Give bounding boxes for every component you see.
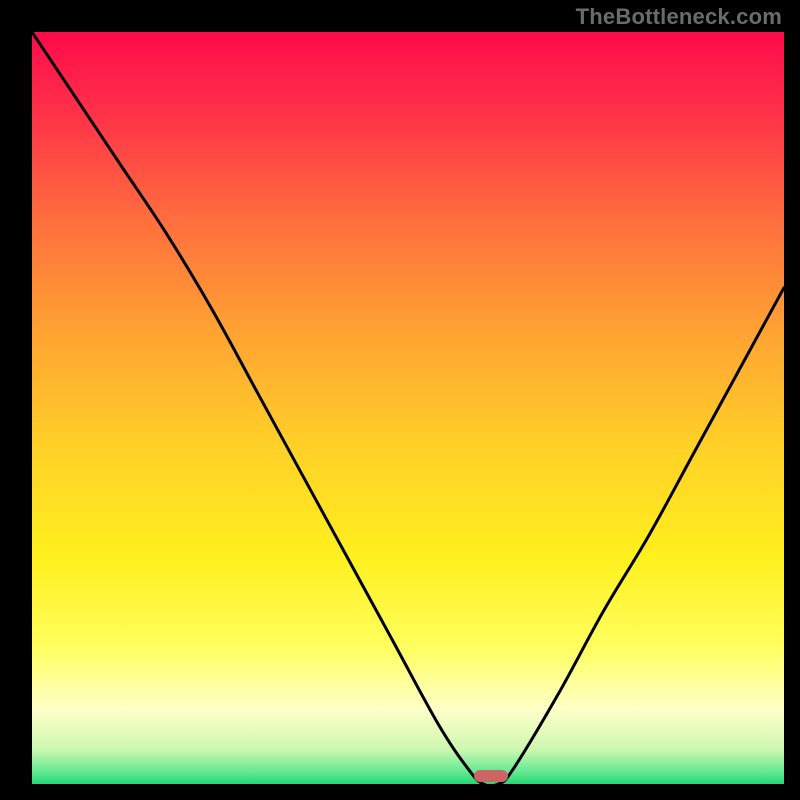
watermark-text: TheBottleneck.com — [576, 4, 782, 30]
plot-area — [32, 32, 784, 784]
chart-svg — [32, 32, 784, 784]
optimal-marker — [474, 770, 508, 782]
chart-container: TheBottleneck.com — [0, 0, 800, 800]
